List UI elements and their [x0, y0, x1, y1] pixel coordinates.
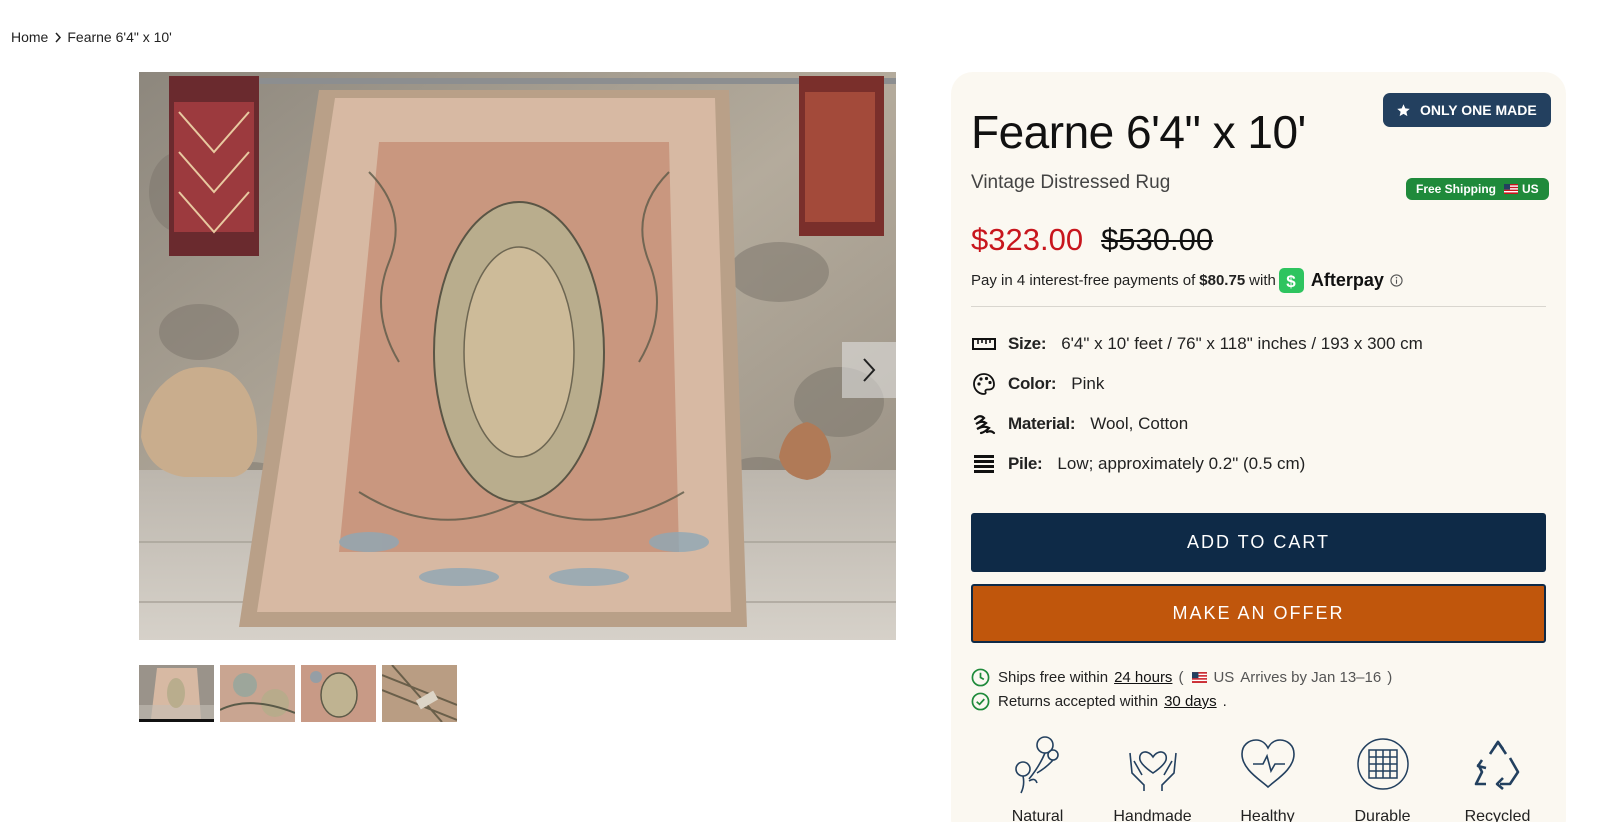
afterpay-amount: $80.75 [1199, 272, 1246, 289]
ships-country: US [1213, 669, 1235, 686]
shipping-region-label: US [1522, 182, 1539, 196]
feature-healthy: Healthy [1210, 732, 1325, 822]
product-subtitle: Vintage Distressed Rug [971, 172, 1171, 193]
spec-label: Pile: [1008, 454, 1043, 473]
feature-icons: Natural Handmade Healthy Durable Recycle… [980, 732, 1555, 822]
spec-label: Size: [1008, 334, 1047, 353]
rug-photo [139, 72, 896, 640]
ships-open-paren: ( [1178, 669, 1184, 686]
original-price: $530.00 [1101, 222, 1214, 257]
spec-material: Material: Wool, Cotton [971, 404, 1423, 444]
spec-value: 6'4" x 10' feet / 76" x 118" inches / 19… [1061, 334, 1423, 353]
price-row: $323.00 $530.00 [971, 222, 1213, 258]
spec-list: Size: 6'4" x 10' feet / 76" x 118" inche… [971, 324, 1423, 484]
thumbnail-2[interactable] [220, 665, 295, 722]
svg-text:$: $ [1287, 272, 1297, 290]
spec-color: Color: Pink [971, 364, 1423, 404]
spec-pile: Pile: Low; approximately 0.2" (0.5 cm) [971, 444, 1423, 484]
shipping-policy: Ships free within 24 hours ( US Arrives … [971, 668, 1392, 687]
only-one-made-label: ONLY ONE MADE [1420, 102, 1537, 118]
feature-label: Healthy [1240, 808, 1295, 822]
feature-recycled: Recycled [1440, 732, 1555, 822]
yarn-icon [971, 412, 997, 436]
returns-text: Returns accepted within [998, 693, 1159, 710]
feature-handmade: Handmade [1095, 732, 1210, 822]
next-image-button[interactable] [842, 342, 896, 398]
spec-value: Wool, Cotton [1090, 414, 1189, 433]
grid-circle-icon [1325, 732, 1440, 796]
info-icon[interactable] [1390, 274, 1403, 287]
thumbnail-strip [139, 665, 457, 722]
breadcrumb: Home Fearne 6'4" x 10' [11, 29, 172, 45]
spec-value: Low; approximately 0.2" (0.5 cm) [1057, 454, 1306, 473]
chevron-right-icon [863, 358, 876, 382]
free-shipping-badge: Free Shipping US [1406, 178, 1549, 200]
feature-label: Recycled [1464, 808, 1531, 822]
breadcrumb-home-link[interactable]: Home [11, 29, 48, 45]
only-one-made-badge: ONLY ONE MADE [1383, 93, 1551, 127]
ships-arrival: Arrives by Jan 13–16 [1240, 669, 1382, 686]
ships-text: Ships free within [998, 669, 1109, 686]
afterpay-with: with [1249, 272, 1276, 289]
heartbeat-icon [1210, 732, 1325, 796]
afterpay-prefix: Pay in 4 interest-free payments of [971, 272, 1196, 289]
ruler-icon [971, 336, 997, 352]
ships-hours-link[interactable]: 24 hours [1114, 669, 1172, 686]
returns-days-link[interactable]: 30 days [1164, 693, 1217, 710]
cash-app-icon: $ [1278, 268, 1304, 293]
make-offer-button[interactable]: MAKE AN OFFER [971, 584, 1546, 643]
spec-label: Material: [1008, 414, 1076, 433]
spec-label: Color: [1008, 374, 1057, 393]
thumbnail-1[interactable] [139, 665, 214, 722]
feature-label: Handmade [1113, 808, 1192, 822]
recycle-icon [1440, 732, 1555, 796]
returns-policy: Returns accepted within 30 days . [971, 692, 1227, 711]
divider [971, 306, 1546, 307]
product-title: Fearne 6'4" x 10' [971, 106, 1306, 158]
afterpay-brand: Afterpay [1310, 270, 1384, 290]
afterpay-row: Pay in 4 interest-free payments of $80.7… [971, 268, 1403, 293]
feature-label: Durable [1354, 808, 1411, 822]
thumbnail-3[interactable] [301, 665, 376, 722]
flower-icon [980, 732, 1095, 796]
thumbnail-4[interactable] [382, 665, 457, 722]
ships-close-paren: ) [1387, 669, 1393, 686]
add-to-cart-button[interactable]: ADD TO CART [971, 513, 1546, 572]
product-info-panel: ONLY ONE MADE Fearne 6'4" x 10' Vintage … [951, 72, 1566, 822]
check-circle-icon [971, 692, 990, 711]
palette-icon [971, 372, 997, 396]
clock-icon [971, 668, 990, 687]
product-main-image[interactable] [139, 72, 896, 640]
hands-heart-icon [1095, 732, 1210, 796]
star-icon [1397, 103, 1410, 116]
returns-end: . [1222, 693, 1227, 710]
feature-durable: Durable [1325, 732, 1440, 822]
free-shipping-label: Free Shipping [1416, 182, 1497, 196]
us-flag-icon [1504, 184, 1519, 194]
layers-icon [971, 452, 997, 476]
breadcrumb-current: Fearne 6'4" x 10' [67, 29, 172, 45]
us-flag-icon [1192, 672, 1208, 683]
spec-size: Size: 6'4" x 10' feet / 76" x 118" inche… [971, 324, 1423, 364]
chevron-right-icon [54, 32, 62, 43]
feature-label: Natural [1011, 808, 1064, 822]
feature-natural: Natural [980, 732, 1095, 822]
spec-value: Pink [1071, 374, 1105, 393]
sale-price: $323.00 [971, 222, 1084, 257]
